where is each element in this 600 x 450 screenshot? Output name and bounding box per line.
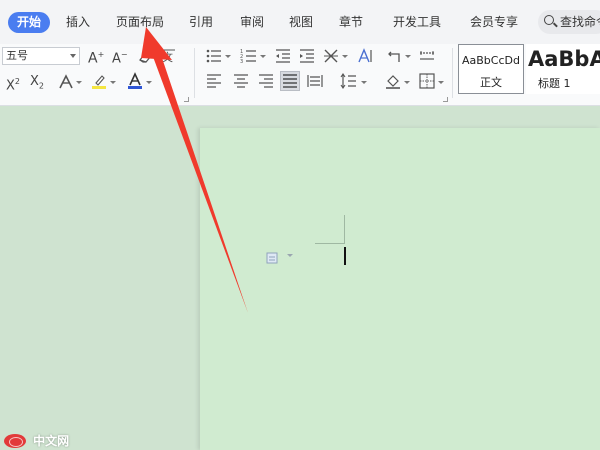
show-marks-icon[interactable] (386, 47, 404, 65)
shading-icon[interactable] (384, 72, 402, 90)
align-right-icon[interactable] (257, 72, 275, 90)
style-heading-1-preview: AaBbA (528, 47, 600, 71)
search-icon (544, 15, 554, 25)
font-size-value: 五号 (6, 49, 28, 62)
grow-font-icon[interactable]: A+ (88, 46, 104, 68)
text-effect-icon[interactable] (57, 73, 75, 91)
svg-text:文: 文 (162, 50, 173, 64)
chevron-down-icon[interactable] (404, 81, 410, 84)
chevron-down-icon[interactable] (110, 81, 116, 84)
chevron-down-icon[interactable] (225, 55, 231, 58)
style-heading-1[interactable]: AaBbA 标题 1 (526, 44, 600, 94)
style-normal[interactable]: AaBbCcDd 正文 (458, 44, 524, 94)
menu-bar: 开始 插入 页面布局 引用 审阅 视图 章节 开发工具 会员专享 查找命令 (0, 0, 600, 44)
chevron-down-icon[interactable] (146, 81, 152, 84)
border-icon[interactable] (418, 72, 436, 90)
margin-marker (315, 243, 345, 244)
document-page[interactable] (200, 128, 600, 450)
style-normal-preview: AaBbCcDd (462, 54, 520, 67)
tab-section[interactable]: 章节 (339, 12, 363, 33)
tab-home[interactable]: 开始 (8, 12, 51, 33)
numbered-list-icon[interactable]: 123 (240, 47, 258, 65)
tab-developer[interactable]: 开发工具 (393, 12, 441, 33)
chevron-down-icon[interactable] (438, 81, 444, 84)
chevron-down-icon[interactable] (361, 81, 367, 84)
tab-page-layout[interactable]: 页面布局 (116, 12, 164, 33)
paste-options-icon[interactable] (266, 249, 278, 264)
tab-insert[interactable]: 插入 (66, 12, 90, 33)
phonetic-icon[interactable]: 文 (160, 47, 178, 65)
paragraph-dialog-launcher[interactable] (443, 97, 448, 102)
chevron-down-icon[interactable] (405, 55, 411, 58)
show-hide-icon[interactable] (418, 47, 436, 65)
align-left-icon[interactable] (205, 72, 223, 90)
distributed-icon[interactable] (306, 72, 324, 90)
chevron-down-icon[interactable] (287, 254, 293, 257)
search-command-box[interactable]: 查找命令 (538, 10, 600, 34)
ribbon-separator (194, 48, 195, 98)
watermark-logo (4, 433, 26, 448)
watermark-text: 中文网 (33, 434, 70, 448)
sort-icon[interactable] (356, 47, 374, 65)
justify-icon[interactable] (280, 71, 300, 91)
text-cursor (344, 247, 346, 265)
highlight-icon[interactable] (90, 72, 108, 90)
bullet-list-icon[interactable] (205, 47, 223, 65)
superscript-icon[interactable]: X2 (6, 73, 20, 95)
decrease-indent-icon[interactable] (274, 47, 292, 65)
increase-indent-icon[interactable] (298, 47, 316, 65)
clear-format-icon[interactable] (137, 47, 155, 65)
font-size-select[interactable]: 五号 (2, 47, 80, 65)
line-spacing-icon[interactable] (340, 72, 358, 90)
style-heading-1-name: 标题 1 (538, 77, 571, 90)
style-normal-name: 正文 (480, 76, 502, 89)
tab-review[interactable]: 审阅 (240, 12, 264, 33)
chevron-down-icon[interactable] (76, 81, 82, 84)
search-command-label: 查找命令 (560, 15, 600, 29)
font-dialog-launcher[interactable] (184, 97, 189, 102)
ribbon-separator (452, 48, 453, 98)
margin-marker (344, 215, 345, 244)
font-color-icon[interactable] (126, 72, 144, 90)
chinese-layout-icon[interactable] (322, 47, 340, 65)
chevron-down-icon (70, 54, 76, 58)
tab-references[interactable]: 引用 (189, 12, 213, 33)
chevron-down-icon[interactable] (342, 55, 348, 58)
chevron-down-icon[interactable] (260, 55, 266, 58)
svg-text:3: 3 (240, 59, 243, 65)
tab-member[interactable]: 会员专享 (470, 12, 518, 33)
watermark: 中文网 (4, 430, 69, 448)
shrink-font-icon[interactable]: A− (112, 46, 128, 68)
align-center-icon[interactable] (232, 72, 250, 90)
subscript-icon[interactable]: X2 (30, 73, 44, 96)
tab-view[interactable]: 视图 (289, 12, 313, 33)
